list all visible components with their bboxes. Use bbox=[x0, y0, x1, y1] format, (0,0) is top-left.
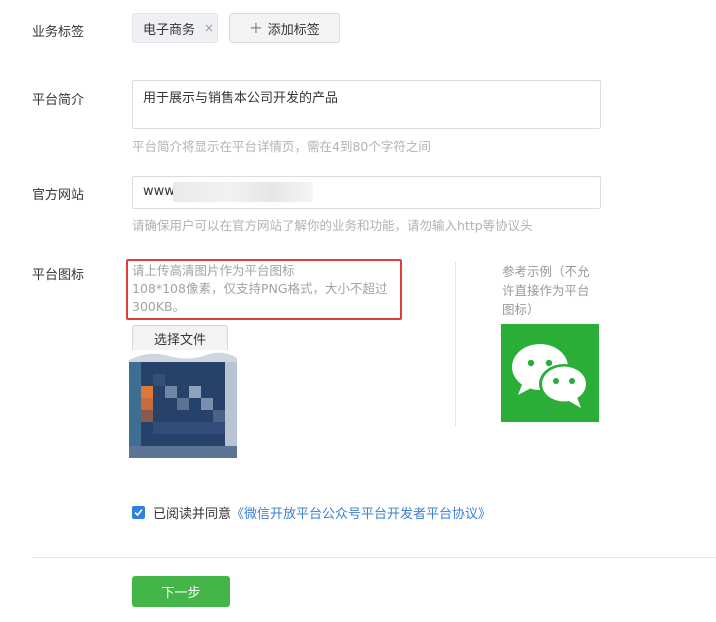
tags-label: 业务标签 bbox=[32, 25, 85, 40]
intro-hint: 平台简介将显示在平台详情页，需在4到80个字符之间 bbox=[132, 139, 431, 154]
wechat-logo-icon bbox=[501, 324, 599, 422]
plus-icon: + bbox=[249, 18, 263, 37]
redacted-url bbox=[173, 182, 313, 202]
tag-chip-text: 电子商务 bbox=[143, 22, 196, 38]
icon-label: 平台图标 bbox=[32, 268, 85, 283]
reference-example-text: 参考示例（不允许直接作为平台图标） bbox=[502, 264, 590, 317]
agreement-checkbox[interactable] bbox=[132, 506, 145, 519]
intro-textarea[interactable]: 用于展示与销售本公司开发的产品 bbox=[132, 80, 601, 129]
website-hint: 请确保用户可以在官方网站了解你的业务和功能，请勿输入http等协议头 bbox=[132, 218, 533, 233]
website-label: 官方网站 bbox=[32, 188, 85, 203]
uploaded-icon-preview bbox=[129, 350, 237, 458]
icon-requirement-text: 请上传高清图片作为平台图标 108*108像素，仅支持PNG格式，大小不超过30… bbox=[132, 262, 397, 316]
bottom-divider bbox=[32, 557, 716, 558]
next-step-button[interactable]: 下一步 bbox=[132, 576, 230, 607]
column-divider bbox=[455, 262, 456, 426]
add-tag-label: 添加标签 bbox=[267, 22, 320, 38]
icon-requirement-line2: 108*108像素，仅支持PNG格式，大小不超过300KB。 bbox=[132, 281, 388, 314]
check-icon bbox=[134, 509, 143, 517]
remove-tag-icon[interactable]: × bbox=[204, 21, 214, 35]
add-tag-button[interactable]: + 添加标签 bbox=[229, 13, 340, 43]
icon-requirement-line1: 请上传高清图片作为平台图标 bbox=[132, 263, 295, 278]
agreement-prefix: 已阅读并同意 bbox=[153, 507, 232, 522]
tag-chip: 电子商务 × bbox=[132, 13, 218, 43]
intro-label: 平台简介 bbox=[32, 93, 85, 108]
choose-file-button[interactable]: 选择文件 bbox=[132, 325, 228, 351]
agreement-link[interactable]: 《微信开放平台公众号平台开发者平台协议》 bbox=[231, 503, 491, 522]
agreement-row: 已阅读并同意 《微信开放平台公众号平台开发者平台协议》 bbox=[132, 503, 491, 522]
